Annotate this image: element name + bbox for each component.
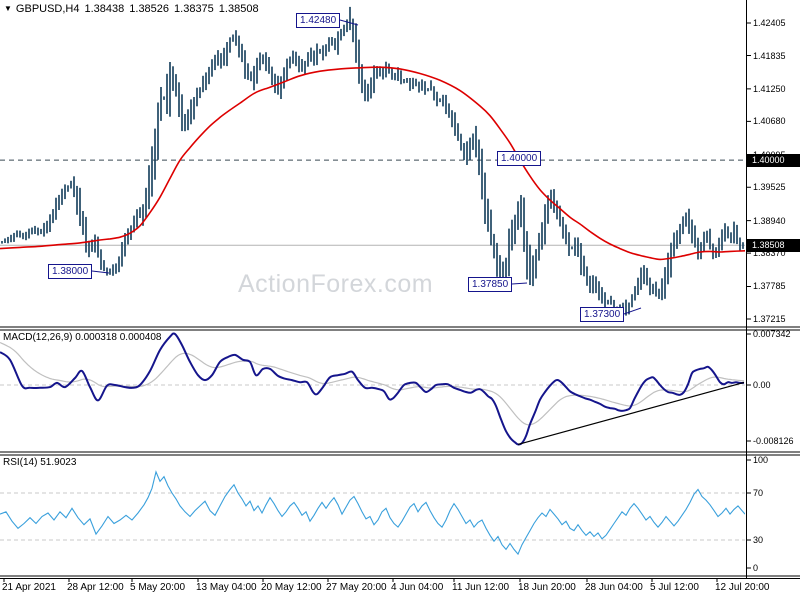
macd-axis-label: 0.00 <box>753 380 771 390</box>
time-axis-label: 21 Apr 2021 <box>2 582 56 593</box>
symbol-header: ▼ GBPUSD,H4 1.38438 1.38526 1.38375 1.38508 <box>4 3 264 15</box>
macd-main-line <box>0 332 745 446</box>
price-axis-label: 1.37215 <box>753 314 786 324</box>
ohlc-low: 1.38375 <box>174 3 214 15</box>
annotation-box[interactable]: 1.42480 <box>296 13 341 28</box>
price-axis-label: 1.41835 <box>753 50 786 61</box>
annotation-box[interactable]: 1.37850 <box>468 277 513 292</box>
rsi-line <box>0 470 745 556</box>
chart-canvas[interactable] <box>0 0 800 600</box>
time-axis-label: 20 May 12:00 <box>261 582 322 593</box>
price-axis-label: 1.38940 <box>753 215 786 226</box>
annotation-connector <box>339 19 359 26</box>
macd-axis-label: 0.007342 <box>753 329 791 339</box>
ohlc-high: 1.38526 <box>129 3 170 15</box>
time-axis-label: 28 Jun 04:00 <box>585 582 643 593</box>
rsi-axis-label: 30 <box>753 535 764 545</box>
price-panel <box>0 6 745 316</box>
time-axis-label: 11 Jun 12:00 <box>452 582 510 593</box>
annotation-box[interactable]: 1.40000 <box>497 151 542 166</box>
time-axis-label: 5 Jul 12:00 <box>650 582 699 593</box>
price-axis-label: 1.40680 <box>753 116 786 127</box>
time-axis-label: 28 Apr 12:00 <box>67 582 124 593</box>
macd-trendline[interactable] <box>517 381 745 446</box>
price-axis-label: 1.42405 <box>753 18 786 28</box>
price-axis-label: 1.37785 <box>753 281 786 292</box>
annotation-box[interactable]: 1.38000 <box>48 264 93 279</box>
time-axis-label: 18 Jun 20:00 <box>518 582 576 593</box>
rsi-axis-label: 70 <box>753 488 764 498</box>
symbol-label: GBPUSD,H4 <box>15 3 80 15</box>
macd-indicator-label: MACD(12,26,9) 0.000318 0.000408 <box>3 332 162 343</box>
time-axis-label: 4 Jun 04:00 <box>391 582 444 593</box>
moving-average-line <box>0 66 745 261</box>
annotation-box[interactable]: 1.37300 <box>580 307 625 322</box>
rsi-axis-label: 0 <box>753 563 759 573</box>
rsi-axis-label: 100 <box>753 455 769 465</box>
time-axis-label: 13 May 04:00 <box>196 582 257 593</box>
ohlc-close: 1.38508 <box>218 3 259 15</box>
annotation-connector <box>511 282 528 285</box>
time-axis-label: 12 Jul 20:00 <box>715 582 770 593</box>
macd-axis-label: -0.008126 <box>753 436 794 446</box>
symbol-dropdown-icon[interactable]: ▼ <box>4 4 12 13</box>
price-axis-label: 1.41250 <box>753 83 786 94</box>
rsi-panel <box>0 470 745 556</box>
price-axis-label: 1.39525 <box>753 182 786 193</box>
price-level-badge: 1.40000 <box>746 153 800 167</box>
trading-chart-window: ActionForex.com ▼ GBPUSD,H4 1.38438 1.38526… <box>0 0 800 600</box>
current-price-badge: 1.38508 <box>746 238 800 252</box>
candlestick-bars <box>1 6 744 316</box>
time-axis-label: 27 May 20:00 <box>326 582 387 593</box>
macd-panel <box>0 332 745 446</box>
time-axis-label: 5 May 20:00 <box>130 582 186 593</box>
rsi-indicator-label: RSI(14) 51.9023 <box>3 457 77 468</box>
ohlc-open: 1.38438 <box>84 3 125 15</box>
